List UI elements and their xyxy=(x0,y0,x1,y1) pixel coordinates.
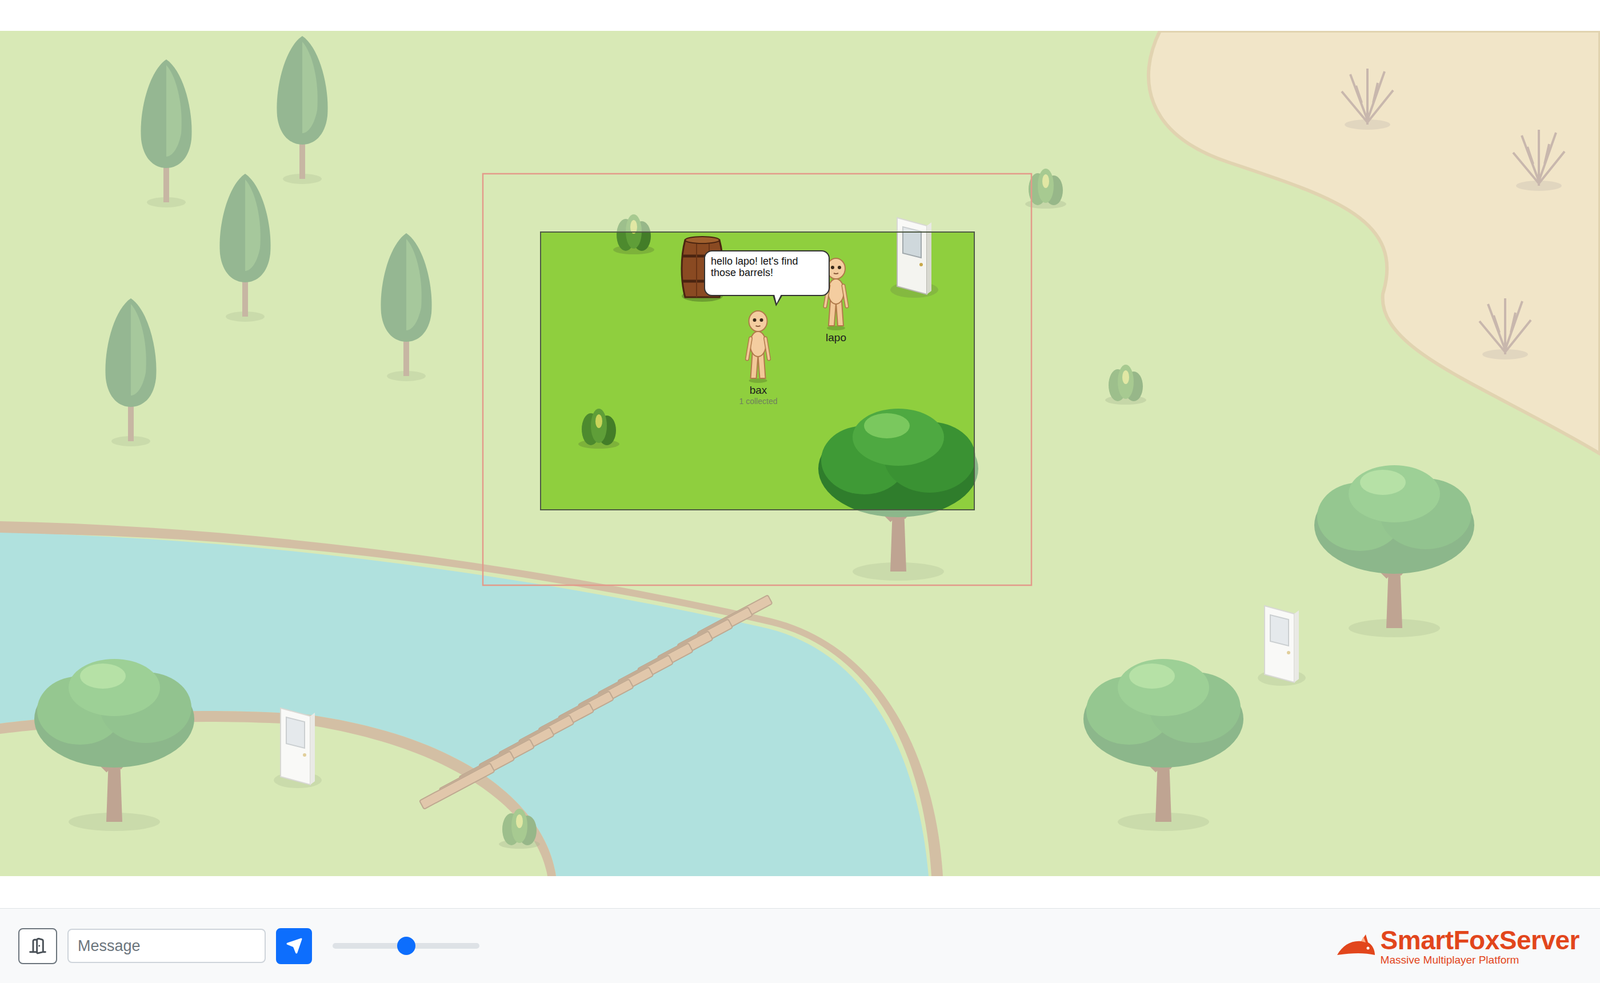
avatar-status: 1 collected xyxy=(739,396,778,406)
door-icon xyxy=(28,936,47,955)
message-input[interactable] xyxy=(67,928,266,963)
toolbar: SmartFoxServerMassive Multiplayer Platfo… xyxy=(0,908,1600,983)
leave-room-button[interactable] xyxy=(18,928,58,964)
grass xyxy=(0,30,1600,876)
avatar[interactable]: bax1 collected xyxy=(739,309,778,406)
avatar-name: lapo xyxy=(825,331,847,344)
logo-name: SmartFoxServer xyxy=(1380,926,1580,954)
slider-thumb[interactable] xyxy=(397,936,416,955)
game-canvas[interactable]: lapo bax1 collected hello lapo! let's find… xyxy=(0,30,1600,876)
fog-overlay xyxy=(0,30,1600,876)
zoom-slider[interactable] xyxy=(332,942,480,949)
map xyxy=(0,30,1600,876)
send-icon xyxy=(285,937,303,955)
bush xyxy=(578,408,620,449)
avatar-figure-icon xyxy=(742,309,774,383)
game-page: lapo bax1 collected hello lapo! let's find… xyxy=(0,0,1600,983)
speech-bubble: hello lapo! let's find those barrels! xyxy=(704,250,830,296)
top-strip xyxy=(0,0,1600,31)
smartfoxserver-logo: SmartFoxServerMassive Multiplayer Platfo… xyxy=(1336,926,1582,966)
avatar-name: bax xyxy=(749,384,768,397)
logo-tagline: Massive Multiplayer Platform xyxy=(1380,954,1580,966)
send-button[interactable] xyxy=(276,928,312,964)
fox-logo-icon xyxy=(1336,933,1376,959)
viewport-frame xyxy=(540,232,975,510)
area-of-interest-frame xyxy=(482,173,1032,586)
